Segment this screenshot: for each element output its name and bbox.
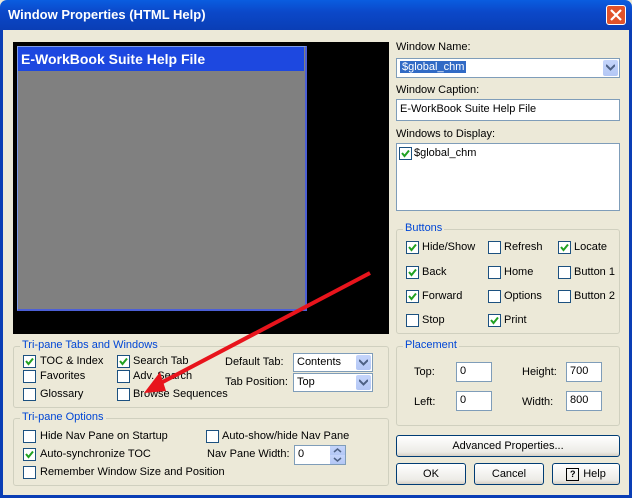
annotation-arrow bbox=[144, 271, 371, 393]
